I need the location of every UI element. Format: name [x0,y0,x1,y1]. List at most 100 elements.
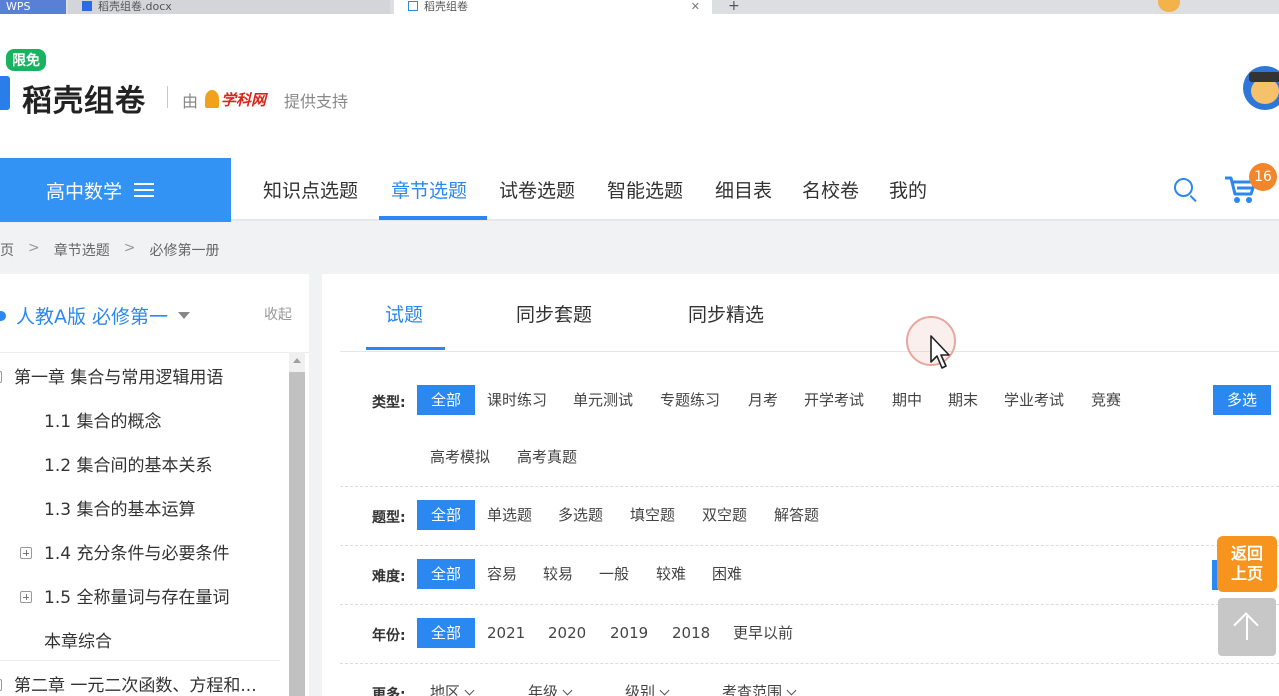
back-line-1: 返回 [1230,544,1263,563]
tree-section[interactable]: 1.4 充分条件与必要条件 [20,539,229,564]
free-badge: 限免 [6,49,46,71]
logo-divider [167,86,168,108]
filter-option[interactable]: 专题练习 [660,385,720,415]
filter-option[interactable]: 多选题 [558,500,603,530]
filter-option[interactable]: 全部 [417,385,476,415]
user-avatar[interactable] [1243,66,1279,110]
caret-down-icon [178,312,191,319]
filter-option[interactable]: 解答题 [774,500,819,530]
filter-option[interactable]: 2021 [487,618,525,648]
tab-questions[interactable]: 试题 [385,300,423,327]
tree-section[interactable]: 1.1 集合的概念 [44,407,161,432]
filter-option[interactable]: 容易 [487,559,517,589]
filter-option[interactable]: 困难 [712,559,742,589]
filter-dropdown-region[interactable]: 地区 [430,677,475,696]
filter-option[interactable]: 期中 [892,385,922,415]
menu-icon [134,183,155,197]
browser-account-icon[interactable] [1158,0,1180,12]
filter-dropdown-grade[interactable]: 年级 [528,677,573,696]
filter-option[interactable]: 高考模拟 [430,442,490,472]
filter-option[interactable]: 2020 [548,618,586,648]
nav-item-detail-table[interactable]: 细目表 [715,176,772,203]
filter-option[interactable]: 竞赛 [1091,385,1121,415]
filter-option[interactable]: 填空题 [630,500,675,530]
search-icon[interactable] [1173,177,1199,203]
avatar-hat [1249,72,1279,82]
breadcrumb: 首页 > 章节选题 > 必修第一册 [0,240,219,260]
filter-option[interactable]: 全部 [417,618,476,648]
expand-toggle-icon[interactable] [0,679,2,691]
filter-option[interactable]: 一般 [599,559,629,589]
expand-toggle-icon[interactable] [20,591,32,603]
dropdown-label: 年级 [528,683,559,696]
filter-option[interactable]: 较难 [656,559,686,589]
tree-chapter-2[interactable]: 第二章 一元二次函数、方程和... [0,671,257,696]
close-icon[interactable]: ✕ [691,0,700,14]
nav-item-knowledge[interactable]: 知识点选题 [263,176,358,203]
back-to-previous-button[interactable]: 返回 上页 [1217,536,1277,592]
nav-item-mine[interactable]: 我的 [889,176,927,203]
filter-option[interactable]: 单元测试 [573,385,633,415]
new-tab-icon[interactable]: + [728,0,740,14]
chevron-down-icon [464,685,475,696]
nav-item-smart[interactable]: 智能选题 [607,176,683,203]
filter-dropdown-scope[interactable]: 考查范围 [722,677,797,696]
page-icon [408,1,418,11]
mouse-cursor-icon [930,335,950,369]
filter-option[interactable]: 较易 [543,559,573,589]
filter-dropdown-level[interactable]: 级别 [625,677,670,696]
subject-selector[interactable]: 高中数学 [0,158,231,222]
multi-select-button[interactable]: 多选 [1213,385,1272,415]
tab-sync-selected[interactable]: 同步精选 [688,300,764,327]
scroll-up-arrow-icon[interactable] [293,358,301,363]
browser-tab-docx[interactable]: 稻壳组卷.docx [68,0,390,14]
filter-option[interactable]: 双空题 [702,500,747,530]
filter-option[interactable]: 更早以前 [733,618,793,648]
chevron-down-icon [786,685,797,696]
tree-section[interactable]: 1.2 集合间的基本关系 [44,451,212,476]
nav-item-chapter[interactable]: 章节选题 [391,176,467,203]
breadcrumb-home[interactable]: 首页 [0,240,14,260]
filter-option[interactable]: 学业考试 [1004,385,1064,415]
tree-chapter-1[interactable]: 第一章 集合与常用逻辑用语 [0,363,223,388]
filter-option[interactable]: 月考 [748,385,778,415]
filter-label: 更多: [372,687,406,696]
filter-label: 难度: [372,569,406,585]
scroll-to-top-button[interactable] [1218,598,1276,656]
filter-option[interactable]: 2018 [672,618,710,648]
collapse-toggle-icon[interactable] [0,371,2,383]
site-logo[interactable]: 稻壳组卷 [22,76,146,120]
filter-option[interactable]: 单选题 [487,500,532,530]
filter-option[interactable]: 全部 [417,559,476,589]
expand-toggle-icon[interactable] [20,547,32,559]
breadcrumb-chapter[interactable]: 章节选题 [54,240,110,260]
tree-section[interactable]: 1.3 集合的基本运算 [44,495,195,520]
content-tabs: 试题 同步套题 同步精选 [340,274,1279,352]
filter-option[interactable]: 2019 [610,618,648,648]
tab-sync-sets[interactable]: 同步套题 [516,300,592,327]
nav-item-paper[interactable]: 试卷选题 [499,176,575,203]
subject-label: 高中数学 [46,180,123,203]
collapse-button[interactable]: 收起 [264,304,292,324]
tree-section[interactable]: 1.5 全称量词与存在量词 [20,583,229,608]
cart-count-badge: 16 [1249,163,1277,191]
nav-item-famous-school[interactable]: 名校卷 [802,176,859,203]
filter-option[interactable]: 开学考试 [804,385,864,415]
filter-option[interactable]: 期末 [948,385,978,415]
tab-label: 稻壳组卷 [424,0,468,13]
partner-name: 学科网 [221,90,267,109]
tree-section[interactable]: 本章综合 [44,627,112,652]
filter-option[interactable]: 全部 [417,500,476,530]
filter-option[interactable]: 高考真题 [517,442,577,472]
dropdown-label: 地区 [430,683,461,696]
browser-tab-active[interactable]: 稻壳组卷 ✕ [394,0,712,14]
browser-tab-wps[interactable]: WPS [0,0,66,14]
tab-label: WPS [6,0,31,13]
edition-selector[interactable]: 人教A版 必修第一 [0,302,191,329]
filter-type: 类型: 全部 课时练习 单元测试 专题练习 月考 开学考试 期中 期末 学业考试… [340,352,1279,487]
partner-logo[interactable]: 学科网 [205,86,266,112]
filter-year: 年份: 全部 2021 2020 2019 2018 更早以前 [340,605,1279,664]
main-nav: 高中数学 知识点选题 章节选题 试卷选题 智能选题 细目表 名校卷 我的 [0,158,1279,222]
filter-option[interactable]: 课时练习 [487,385,547,415]
scrollbar-thumb[interactable] [289,372,305,696]
